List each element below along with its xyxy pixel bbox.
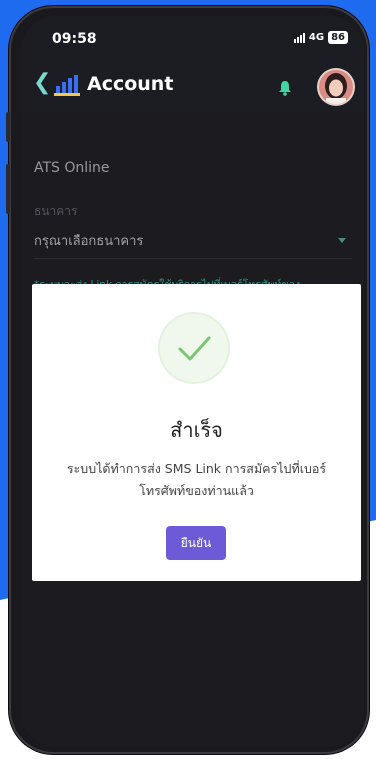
network-type: 4G xyxy=(308,32,325,43)
avatar[interactable] xyxy=(319,70,353,104)
dialog-message-line1: ระบบได้ทำการส่ง SMS Link การสมัครไปที่เบ… xyxy=(66,461,327,476)
checkmark-icon xyxy=(178,336,211,361)
dialog-title: สำเร็จ xyxy=(170,418,223,442)
battery-icon: 86 xyxy=(328,31,348,44)
volume-button xyxy=(6,164,10,214)
success-badge xyxy=(160,314,228,382)
chevron-left-icon[interactable]: ❮ xyxy=(33,72,51,94)
signal-icon xyxy=(293,32,305,43)
mute-switch xyxy=(6,112,10,142)
status-bar: 09:58 4G 86 xyxy=(21,16,364,60)
confirm-button[interactable]: ยืนยัน xyxy=(166,526,226,560)
success-dialog: สำเร็จ ระบบได้ทำการส่ง SMS Link การสมัคร… xyxy=(32,284,361,581)
dialog-message-line2: โทรศัพท์ของท่านแล้ว xyxy=(139,483,254,498)
status-indicators: 4G 86 xyxy=(293,31,348,44)
bell-icon[interactable] xyxy=(278,80,292,96)
status-time: 09:58 xyxy=(52,31,97,47)
top-nav: ❮ Account xyxy=(21,60,364,112)
dialog-message: ระบบได้ทำการส่ง SMS Link การสมัครไปที่เบ… xyxy=(52,458,341,502)
bar-logo-icon xyxy=(54,75,80,96)
page-title: Account xyxy=(87,73,174,95)
